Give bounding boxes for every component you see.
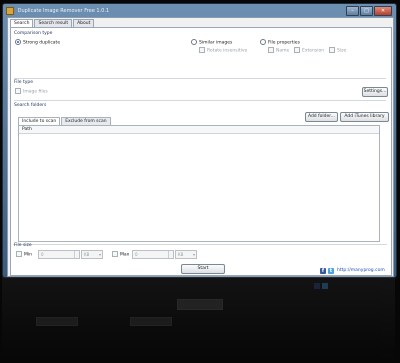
folder-list[interactable]: Path [18, 125, 380, 242]
checkbox-icon [268, 47, 274, 53]
window-controls: – □ ✕ [346, 6, 392, 16]
reflection-min-input [36, 317, 78, 326]
prop-size-label: Size [337, 48, 347, 54]
tab-search-result[interactable]: Search result [34, 19, 73, 27]
start-button[interactable]: Start [181, 264, 225, 274]
minimize-button[interactable]: – [346, 6, 359, 16]
min-size-value: 0 [41, 252, 44, 257]
title-bar: Duplicate Image Remover Free 1.0.1 [6, 6, 109, 16]
facebook-icon[interactable]: f [320, 268, 326, 274]
divider [14, 78, 386, 79]
settings-button[interactable]: Settings... [362, 87, 388, 97]
app-icon [6, 6, 14, 15]
prop-extension-checkbox[interactable]: Extension [294, 47, 324, 54]
min-unit-value: KB [84, 252, 90, 257]
add-folder-button[interactable]: Add folder... [305, 112, 338, 122]
checkbox-icon [15, 88, 21, 94]
reflection-start-button [177, 299, 223, 310]
rotate-insensitive-label: Rotate insensitive [207, 48, 248, 54]
checkbox-icon [112, 251, 118, 257]
max-size-value: 0 [135, 252, 138, 257]
comparison-type-label: Comparison type [14, 31, 53, 36]
tab-exclude-from-scan[interactable]: Exclude from scan [61, 117, 111, 125]
min-size-input[interactable]: 0 [38, 250, 80, 259]
strong-duplicate-option[interactable]: Strong duplicate [15, 39, 60, 46]
checkbox-icon [16, 251, 22, 257]
window-title: Duplicate Image Remover Free 1.0.1 [17, 8, 110, 14]
file-properties-option[interactable]: File properties [260, 39, 300, 46]
tab-about[interactable]: About [73, 19, 95, 27]
divider [13, 244, 387, 245]
max-label: Max [120, 252, 130, 258]
prop-name-label: Name [276, 48, 290, 54]
maximize-button[interactable]: □ [360, 6, 373, 16]
chevron-down-icon: ▾ [192, 252, 195, 257]
close-button[interactable]: ✕ [374, 6, 392, 16]
reflection-max-input [130, 317, 172, 326]
reflection-facebook-icon [314, 283, 320, 289]
image-files-checkbox[interactable]: Image files [15, 88, 48, 95]
tab-include-to-scan[interactable]: Include to scan [18, 117, 61, 125]
radio-icon [191, 39, 197, 45]
max-unit-value: KB [178, 252, 184, 257]
radio-selected-icon [15, 39, 21, 45]
checkbox-icon [329, 47, 335, 53]
rotate-insensitive-checkbox[interactable]: Rotate insensitive [199, 47, 247, 54]
app-window: Duplicate Image Remover Free 1.0.1 – □ ✕… [2, 3, 397, 278]
min-unit-select[interactable]: KB ▾ [81, 250, 103, 259]
max-size-checkbox[interactable]: Max [112, 251, 129, 258]
prop-size-checkbox[interactable]: Size [329, 47, 346, 54]
client-area: Search Search result About Comparison ty… [7, 17, 394, 277]
spinner-arrows-icon[interactable] [168, 251, 173, 258]
folder-subtabs: Include to scan Exclude from scan [18, 117, 112, 125]
max-unit-select[interactable]: KB ▾ [175, 250, 197, 259]
reflection-twitter-icon [322, 283, 328, 289]
window-reflection [2, 277, 395, 361]
checkbox-icon [199, 47, 205, 53]
add-itunes-library-button[interactable]: Add iTunes library [340, 112, 389, 122]
website-link[interactable]: http://manyprog.com [337, 268, 385, 273]
chevron-down-icon: ▾ [98, 252, 101, 257]
min-label: Min [24, 252, 32, 258]
search-folders-label: Search folders [14, 103, 47, 108]
spinner-arrows-icon[interactable] [74, 251, 79, 258]
image-files-label: Image files [23, 89, 48, 95]
min-size-checkbox[interactable]: Min [16, 251, 32, 258]
prop-name-checkbox[interactable]: Name [268, 47, 289, 54]
checkbox-icon [294, 47, 300, 53]
file-properties-label: File properties [268, 40, 300, 46]
divider [14, 100, 386, 101]
twitter-icon[interactable]: t [328, 268, 334, 274]
column-header-path[interactable]: Path [19, 126, 379, 134]
radio-icon [260, 39, 266, 45]
similar-images-option[interactable]: Similar images [191, 39, 232, 46]
strong-duplicate-label: Strong duplicate [23, 40, 61, 46]
max-size-input[interactable]: 0 [132, 250, 174, 259]
file-type-label: File type [14, 80, 34, 85]
similar-images-label: Similar images [199, 40, 233, 46]
file-size-label: File size [14, 243, 32, 248]
prop-extension-label: Extension [302, 48, 325, 54]
